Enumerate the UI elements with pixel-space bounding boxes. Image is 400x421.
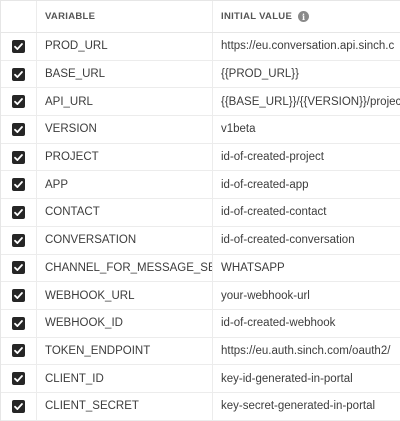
row-check-cell xyxy=(1,33,37,60)
row-check-cell xyxy=(1,365,37,392)
table-header: VARIABLE INITIAL VALUE i xyxy=(1,1,400,33)
checkmark-icon xyxy=(14,153,23,161)
variable-name-cell[interactable]: CONTACT xyxy=(37,199,213,226)
checkmark-icon xyxy=(14,126,23,133)
initial-value-cell[interactable]: v1beta xyxy=(213,116,400,143)
table-row: BASE_URL {{PROD_URL}} xyxy=(1,60,400,89)
row-check-cell xyxy=(1,171,37,199)
row-check-cell xyxy=(1,337,37,365)
initial-value-cell[interactable]: id-of-created-contact xyxy=(213,199,400,226)
row-checkbox[interactable] xyxy=(12,344,25,358)
table-row: CLIENT_ID key-id-generated-in-portal xyxy=(1,365,400,393)
variable-name-cell[interactable]: TOKEN_ENDPOINT xyxy=(37,337,213,365)
checkmark-icon xyxy=(14,264,23,272)
table-row: WEBHOOK_ID id-of-created-webhook xyxy=(1,309,400,338)
row-checkbox[interactable] xyxy=(12,261,25,275)
initial-value-column-header[interactable]: INITIAL VALUE i xyxy=(213,1,400,32)
checkmark-icon xyxy=(14,375,23,383)
row-checkbox[interactable] xyxy=(12,95,25,109)
row-checkbox[interactable] xyxy=(12,399,25,413)
variable-name-cell[interactable]: PROD_URL xyxy=(37,33,213,60)
row-check-cell xyxy=(1,143,37,171)
checkmark-icon xyxy=(14,181,23,189)
initial-value-header-label: INITIAL VALUE xyxy=(221,11,293,22)
table-row: CONVERSATION id-of-created-conversation xyxy=(1,226,400,255)
initial-value-cell[interactable]: id-of-created-app xyxy=(213,171,400,198)
row-check-cell xyxy=(1,392,37,420)
info-icon[interactable]: i xyxy=(298,11,310,22)
header-check-column xyxy=(1,1,37,32)
variable-name-cell[interactable]: API_URL xyxy=(37,88,213,116)
row-check-cell xyxy=(1,226,37,254)
row-check-cell xyxy=(1,60,37,88)
row-checkbox[interactable] xyxy=(12,122,25,136)
initial-value-cell[interactable]: id-of-created-project xyxy=(213,144,400,171)
checkmark-icon xyxy=(14,98,23,106)
variable-name-cell[interactable]: CLIENT_ID xyxy=(37,365,213,392)
row-checkbox[interactable] xyxy=(12,67,25,81)
initial-value-cell[interactable]: https://eu.auth.sinch.com/oauth2/ xyxy=(213,338,400,365)
row-checkbox[interactable] xyxy=(12,178,25,192)
table-row: CONTACT id-of-created-contact xyxy=(1,199,400,227)
row-checkbox[interactable] xyxy=(12,372,25,386)
initial-value-cell[interactable]: id-of-created-conversation xyxy=(213,227,400,254)
checkmark-icon xyxy=(14,70,23,78)
table-row: APP id-of-created-app xyxy=(1,171,400,200)
variable-name-cell[interactable]: VERSION xyxy=(37,116,213,143)
row-checkbox[interactable] xyxy=(12,316,25,330)
initial-value-cell[interactable]: {{BASE_URL}}/{{VERSION}}/project xyxy=(213,88,400,115)
checkmark-icon xyxy=(14,292,23,300)
row-checkbox[interactable] xyxy=(12,205,25,219)
variable-name-cell[interactable]: BASE_URL xyxy=(37,60,213,88)
initial-value-cell[interactable]: id-of-created-webhook xyxy=(213,310,400,337)
table-row: WEBHOOK_URL your-webhook-url xyxy=(1,282,400,310)
variable-name-cell[interactable]: WEBHOOK_ID xyxy=(37,309,213,337)
row-check-cell xyxy=(1,254,37,282)
table-row: CLIENT_SECRET key-secret-generated-in-por… xyxy=(1,392,400,421)
environment-variables-table: VARIABLE INITIAL VALUE i PROD_URL https:/… xyxy=(0,0,400,421)
checkmark-icon xyxy=(14,402,23,410)
variable-name-cell[interactable]: APP xyxy=(37,171,213,199)
checkmark-icon xyxy=(14,347,23,355)
row-checkbox[interactable] xyxy=(12,150,25,164)
checkmark-icon xyxy=(14,319,23,327)
table-row: TOKEN_ENDPOINT https://eu.auth.sinch.com/… xyxy=(1,337,400,366)
row-check-cell xyxy=(1,309,37,337)
row-checkbox[interactable] xyxy=(12,233,25,247)
table-body: PROD_URL https://eu.conversation.api.sinc… xyxy=(1,33,400,421)
row-checkbox[interactable] xyxy=(12,289,25,303)
row-check-cell xyxy=(1,88,37,116)
variable-name-cell[interactable]: CHANNEL_FOR_MESSAGE_SEND xyxy=(37,254,213,282)
initial-value-cell[interactable]: WHATSAPP xyxy=(213,255,400,282)
row-check-cell xyxy=(1,116,37,143)
table-row: PROJECT id-of-created-project xyxy=(1,143,400,172)
variable-name-cell[interactable]: CLIENT_SECRET xyxy=(37,392,213,420)
table-row: API_URL {{BASE_URL}}/{{VERSION}}/project xyxy=(1,88,400,117)
table-row: CHANNEL_FOR_MESSAGE_SENDWHATSAPP xyxy=(1,254,400,283)
initial-value-cell[interactable]: {{PROD_URL}} xyxy=(213,61,400,88)
checkmark-icon xyxy=(14,236,23,244)
checkmark-icon xyxy=(14,209,23,216)
variable-name-cell[interactable]: CONVERSATION xyxy=(37,226,213,254)
checkmark-icon xyxy=(14,42,23,50)
initial-value-cell[interactable]: key-id-generated-in-portal xyxy=(213,365,400,392)
table-row: VERSION v1beta xyxy=(1,116,400,144)
row-checkbox[interactable] xyxy=(12,39,25,53)
table-row: PROD_URL https://eu.conversation.api.sinc… xyxy=(1,33,400,61)
initial-value-cell[interactable]: your-webhook-url xyxy=(213,282,400,309)
row-check-cell xyxy=(1,282,37,309)
row-check-cell xyxy=(1,199,37,226)
variable-name-cell[interactable]: WEBHOOK_URL xyxy=(37,282,213,309)
initial-value-cell[interactable]: https://eu.conversation.api.sinch.c xyxy=(213,33,400,60)
variable-name-cell[interactable]: PROJECT xyxy=(37,143,213,171)
variable-column-header[interactable]: VARIABLE xyxy=(37,1,213,32)
initial-value-cell[interactable]: key-secret-generated-in-portal xyxy=(213,393,400,420)
